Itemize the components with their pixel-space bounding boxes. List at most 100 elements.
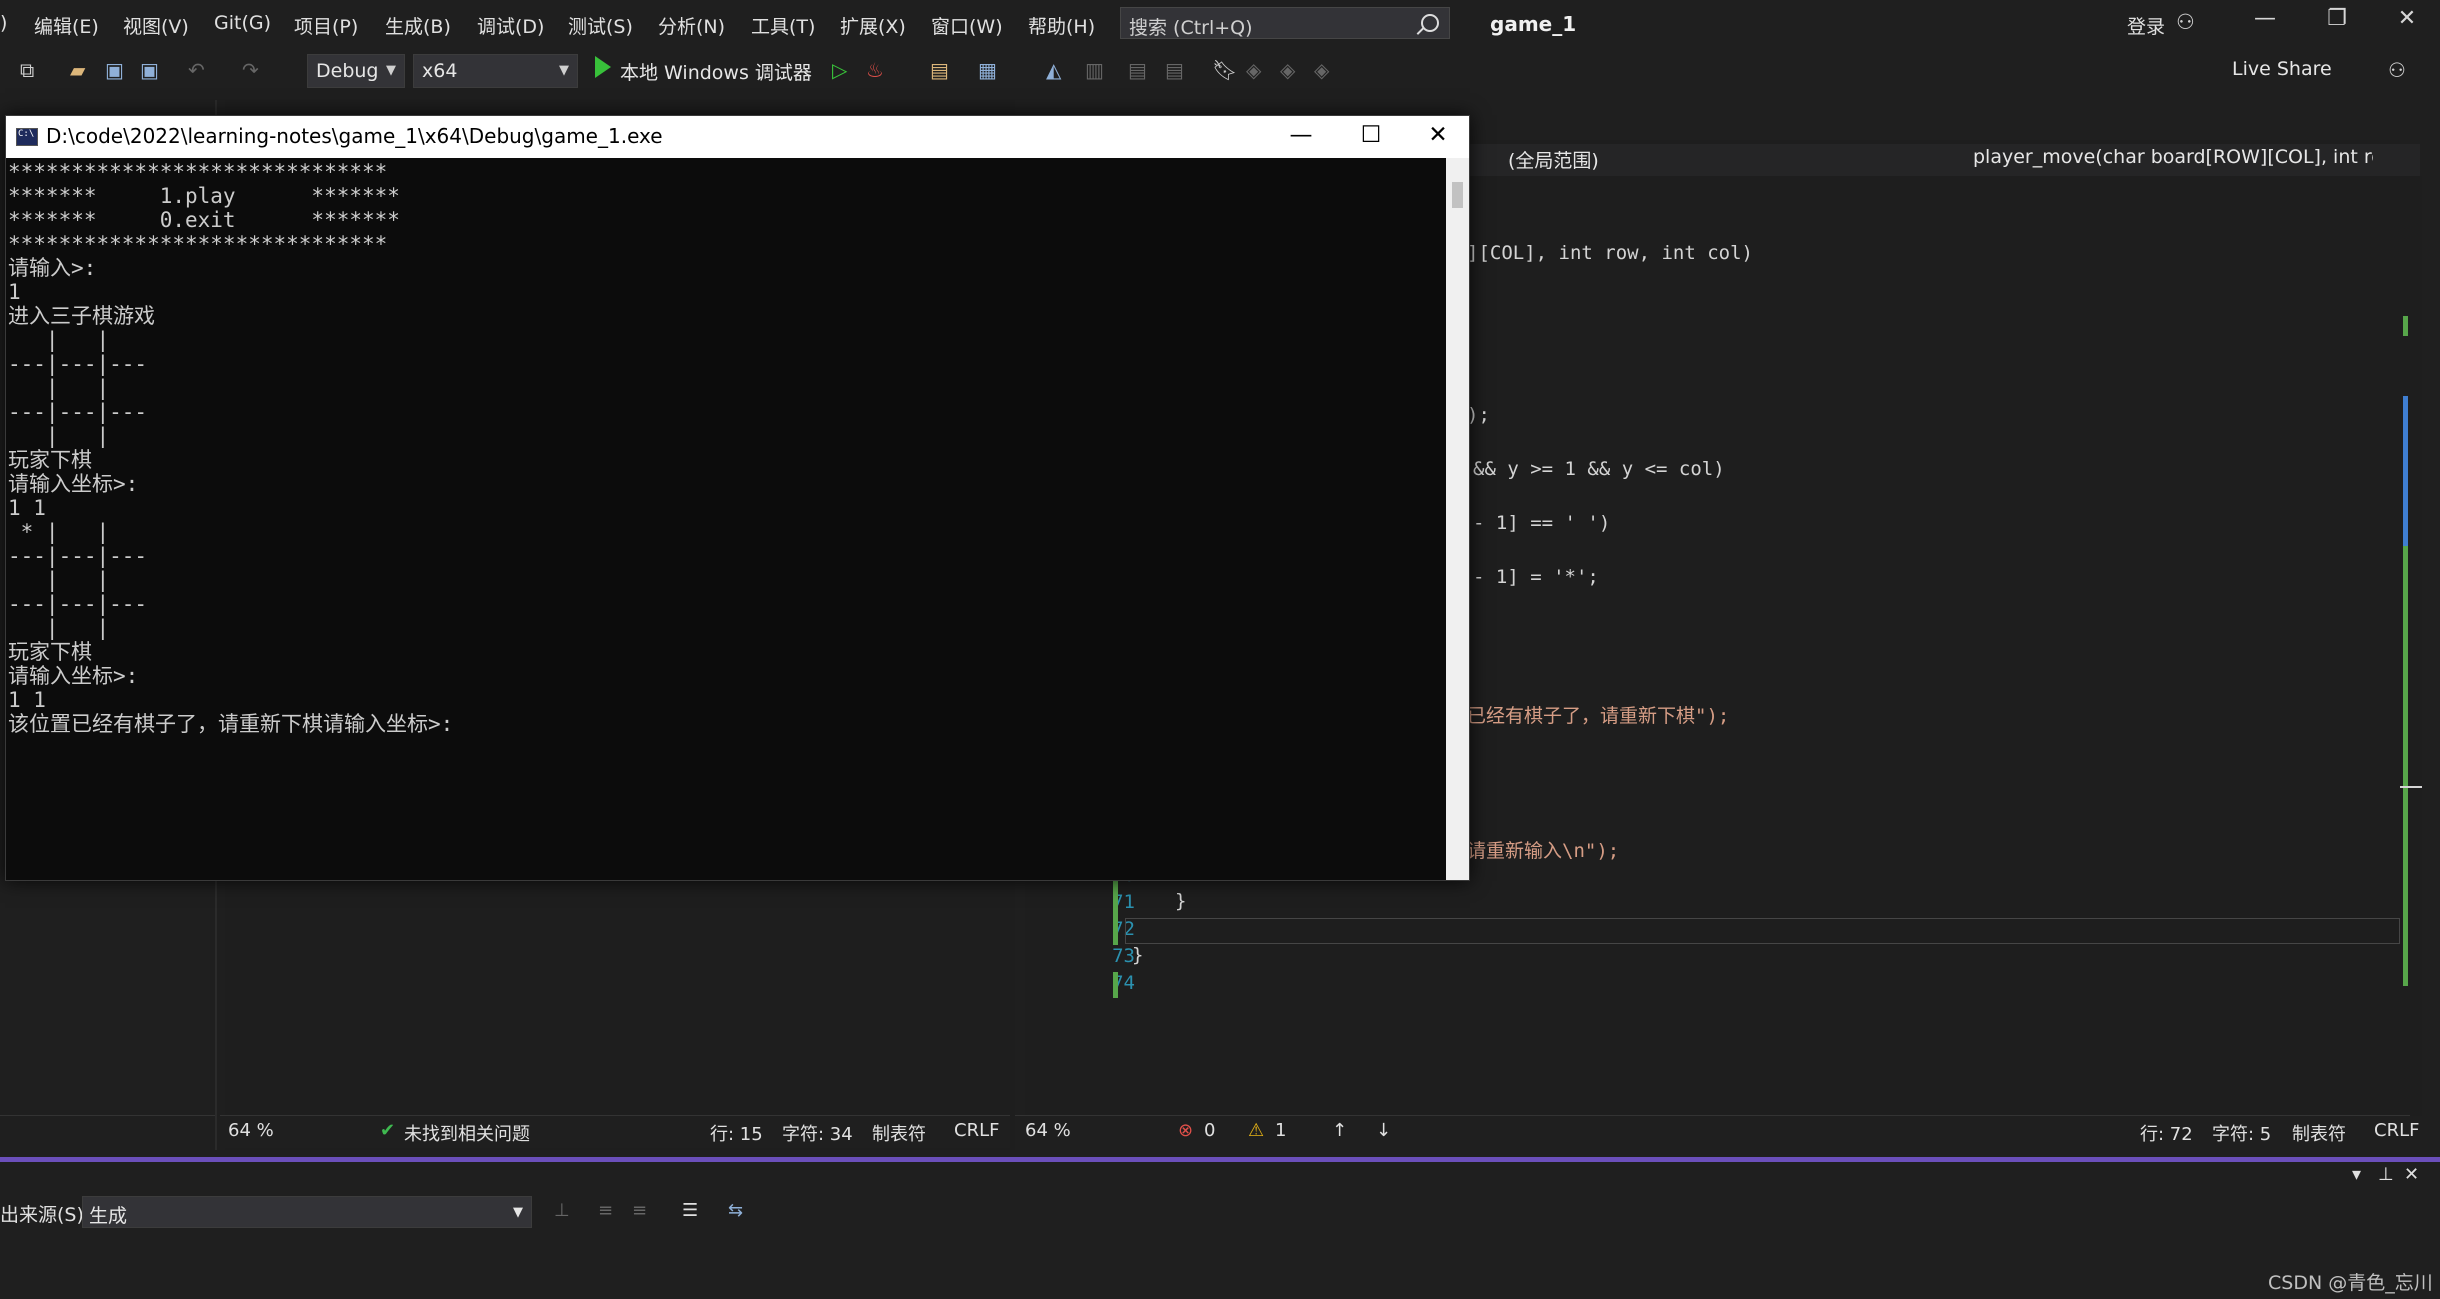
prev-bookmark-icon[interactable]: ◈ (1246, 58, 1261, 82)
menu-fragment: ) (0, 12, 8, 34)
scope-select[interactable]: (全局范围) (1508, 146, 1599, 173)
scroll-marker (2403, 546, 2408, 986)
feedback-icon[interactable]: ⚇ (2388, 58, 2406, 82)
word-wrap-icon[interactable]: ⇆ (728, 1200, 743, 1221)
indent-mode[interactable]: 制表符 (2292, 1120, 2346, 1146)
function-select[interactable]: player_move(char board[ROW][COL], int ro… (1973, 146, 2373, 168)
arrow-down-icon[interactable]: ↓ (1376, 1120, 1391, 1141)
live-share-button[interactable]: Live Share (2232, 58, 2332, 80)
issues-status[interactable]: 未找到相关问题 (404, 1120, 530, 1146)
line-ending[interactable]: CRLF (954, 1120, 999, 1141)
changed-lines-marker (1113, 972, 1118, 998)
scroll-position (2400, 786, 2422, 788)
line-number: 71 (1112, 891, 1135, 913)
menu-tools[interactable]: 工具(T) (751, 12, 815, 39)
menu-help[interactable]: 帮助(H) (1028, 12, 1095, 39)
menu-git[interactable]: Git(G) (214, 12, 271, 34)
menu-test[interactable]: 测试(S) (568, 12, 633, 39)
platform-select[interactable]: x64 ▼ (413, 54, 578, 88)
console-titlebar[interactable]: D:\code\2022\learning-notes\game_1\x64\D… (6, 116, 1469, 158)
clear-bookmarks-icon[interactable]: ◈ (1314, 58, 1329, 82)
prev-message-icon[interactable]: ≡ (598, 1200, 613, 1221)
code-line: - 1] == ' ') (1473, 512, 1611, 534)
solution-explorer-icon[interactable]: ▤ (930, 58, 949, 82)
line-number: 73 (1112, 945, 1135, 967)
output-panel (0, 1162, 2440, 1299)
arrow-up-icon[interactable]: ↑ (1332, 1120, 1347, 1141)
console-minimize-button[interactable]: — (1271, 122, 1331, 148)
clear-all-icon[interactable]: ☰ (682, 1200, 698, 1221)
menu-project[interactable]: 项目(P) (294, 12, 358, 39)
status-bar-pane (0, 1115, 215, 1148)
close-button[interactable]: ✕ (2382, 6, 2432, 31)
find-icon[interactable]: ⊥ (554, 1200, 570, 1221)
code-line: - 1] = '*'; (1473, 566, 1599, 588)
menu-edit[interactable]: 编辑(E) (34, 12, 99, 39)
console-output[interactable]: ****************************** ******* 1… (6, 158, 1446, 880)
login-button[interactable]: 登录 (2127, 12, 2165, 39)
layout-icon[interactable]: ▦ (978, 58, 997, 82)
warning-count[interactable]: 1 (1275, 1120, 1286, 1141)
menu-build[interactable]: 生成(B) (385, 12, 451, 39)
menu-analyze[interactable]: 分析(N) (658, 12, 725, 39)
step-icon[interactable]: ◭ (1046, 58, 1061, 82)
zoom-level[interactable]: 64 % (1025, 1120, 1071, 1141)
chevron-down-icon: ▼ (513, 1205, 523, 1220)
console-scroll-thumb[interactable] (1452, 182, 1463, 208)
hot-reload-icon[interactable]: ♨ (866, 58, 884, 82)
current-line-highlight (1125, 918, 2400, 944)
save-icon[interactable]: ▣ (105, 58, 124, 82)
output-source-select[interactable]: 生成 ▼ (82, 1196, 532, 1228)
watermark: CSDN @青色_忘川 (2268, 1272, 2433, 1294)
undo-icon[interactable]: ↶ (188, 58, 205, 82)
uncomment-icon[interactable]: ▤ (1165, 58, 1184, 82)
menu-view[interactable]: 视图(V) (123, 12, 189, 39)
platform-value: x64 (422, 60, 458, 82)
dropdown-icon[interactable]: ▾ (2352, 1164, 2361, 1185)
start-debug-button[interactable]: 本地 Windows 调试器 (620, 58, 812, 85)
menu-extensions[interactable]: 扩展(X) (840, 12, 906, 39)
code-line: ); (1467, 404, 1490, 426)
console-maximize-button[interactable]: ☐ (1341, 122, 1401, 148)
code-line: 已经有棋子了，请重新下棋"); (1467, 705, 1730, 727)
scroll-marker (2403, 316, 2408, 336)
search-icon (1421, 14, 1439, 32)
code-line: && y >= 1 && y <= col) (1473, 458, 1725, 480)
line-ending[interactable]: CRLF (2374, 1120, 2419, 1141)
config-value: Debug (316, 60, 379, 82)
check-icon: ✔ (380, 1120, 396, 1141)
redo-icon[interactable]: ↷ (242, 58, 259, 82)
bookmark-icon[interactable]: 🔖︎ (1212, 58, 1237, 82)
save-all-icon[interactable]: ▣ (140, 58, 159, 82)
zoom-level[interactable]: 64 % (228, 1120, 274, 1141)
start-debug-icon[interactable] (595, 56, 611, 78)
line-indicator: 行: 15 (710, 1124, 763, 1145)
config-select[interactable]: Debug ▼ (307, 54, 405, 88)
code-line: } (1175, 890, 1187, 912)
start-without-debug-icon[interactable]: ▷ (832, 58, 847, 82)
indent-mode[interactable]: 制表符 (872, 1120, 926, 1146)
menu-window[interactable]: 窗口(W) (931, 12, 1003, 39)
close-icon[interactable]: ✕ (2404, 1164, 2419, 1185)
step-over-icon[interactable]: ▥ (1085, 58, 1104, 82)
console-text: ****************************** ******* 1… (8, 160, 454, 736)
minimize-button[interactable]: — (2240, 6, 2290, 31)
open-folder-icon[interactable]: ▰ (70, 58, 85, 82)
next-message-icon[interactable]: ≡ (632, 1200, 647, 1221)
console-scrollbar[interactable] (1446, 158, 1469, 880)
console-icon (16, 128, 38, 146)
menu-debug[interactable]: 调试(D) (477, 12, 544, 39)
comment-icon[interactable]: ▤ (1128, 58, 1147, 82)
pin-icon[interactable]: ⊥ (2378, 1164, 2394, 1185)
search-placeholder: 搜索 (Ctrl+Q) (1129, 17, 1253, 39)
console-window[interactable]: D:\code\2022\learning-notes\game_1\x64\D… (5, 115, 1470, 881)
warning-icon: ⚠ (1248, 1120, 1265, 1141)
editor-scrollbar[interactable] (2400, 176, 2422, 1116)
restore-button[interactable]: ❐ (2312, 6, 2362, 31)
account-icon[interactable]: ⚇ (2176, 10, 2195, 34)
console-close-button[interactable]: ✕ (1408, 122, 1468, 148)
next-bookmark-icon[interactable]: ◈ (1280, 58, 1295, 82)
error-count[interactable]: 0 (1204, 1120, 1215, 1141)
search-input[interactable]: 搜索 (Ctrl+Q) (1120, 7, 1450, 39)
new-item-icon[interactable]: ⧉ (20, 58, 34, 82)
